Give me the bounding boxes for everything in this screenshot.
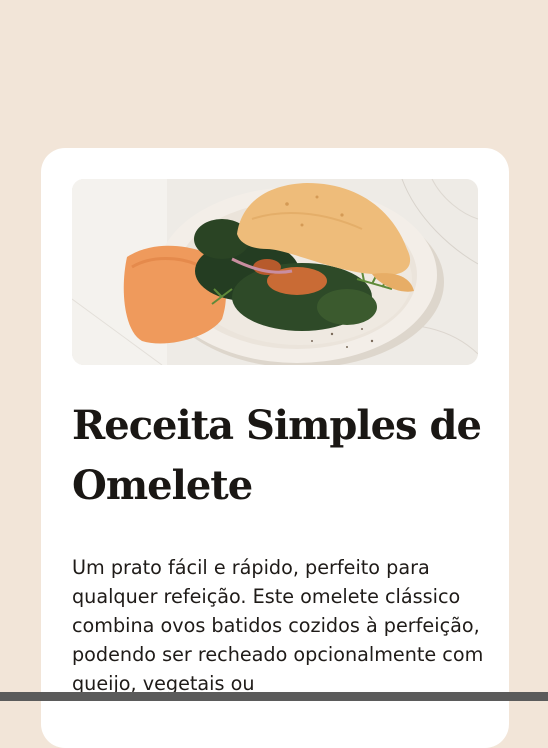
recipe-card: Receita Simples de Omelete Um prato fáci… bbox=[41, 148, 509, 748]
horizontal-scrollbar[interactable] bbox=[0, 692, 548, 701]
recipe-description: Um prato fácil e rápido, perfeito para q… bbox=[72, 556, 484, 695]
recipe-title: Receita Simples de Omelete bbox=[72, 402, 482, 509]
omelette-image bbox=[72, 179, 478, 365]
